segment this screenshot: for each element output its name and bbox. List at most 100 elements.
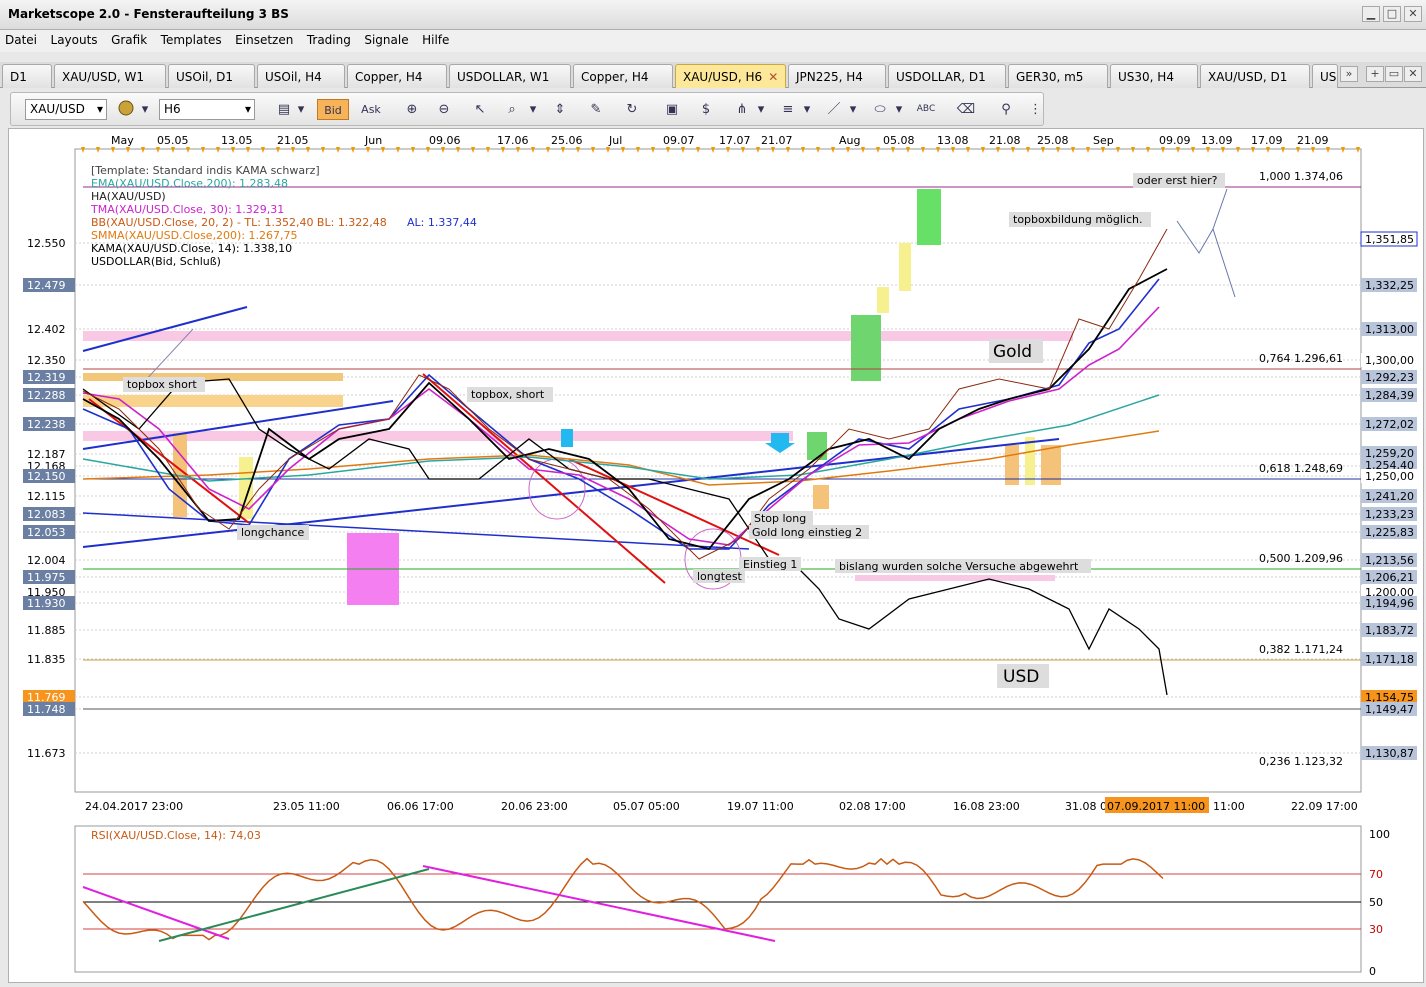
- chevron-down-icon[interactable]: ▾: [847, 99, 859, 120]
- add-tab-icon[interactable]: +: [1366, 66, 1384, 82]
- dollar-icon[interactable]: $: [695, 99, 717, 120]
- top-axis-label: 13.05: [221, 134, 253, 147]
- tab-copper-h4-2[interactable]: Copper, H4: [573, 64, 673, 88]
- menu-hilfe[interactable]: Hilfe: [417, 30, 454, 50]
- chevron-down-icon[interactable]: ▾: [801, 99, 813, 120]
- ellipse-icon[interactable]: ⬭: [869, 99, 891, 120]
- tab-label: D1: [10, 70, 27, 84]
- ask-label: Ask: [361, 103, 381, 116]
- menu-datei[interactable]: Datei: [0, 30, 42, 50]
- tab-usoil-h4[interactable]: USOil, H4: [257, 64, 345, 88]
- bid-button[interactable]: Bid: [317, 99, 349, 120]
- rsi-axis: 100 70 50 30 0: [1369, 828, 1390, 978]
- chevron-down-icon[interactable]: ▾: [295, 99, 307, 120]
- yellow-box: [1025, 437, 1035, 485]
- chevron-down-icon: ▾: [96, 102, 103, 116]
- legend-entry: USDOLLAR(Bid, Schluß): [91, 255, 221, 268]
- minimize-icon[interactable]: ▁: [1362, 6, 1380, 22]
- ask-button[interactable]: Ask: [355, 99, 387, 120]
- tab-usoil-d1[interactable]: USOil, D1: [168, 64, 255, 88]
- magnifier-icon[interactable]: ⌕: [501, 99, 523, 120]
- tab-us30-h4[interactable]: US30, H4: [1110, 64, 1198, 88]
- chevron-down-icon[interactable]: ▾: [527, 99, 539, 120]
- more-icon[interactable]: ⋮: [1029, 99, 1042, 120]
- menu-layouts[interactable]: Layouts: [46, 30, 103, 50]
- symbol-select[interactable]: XAU/USD ▾: [25, 99, 107, 120]
- timeframe-value: H6: [164, 102, 181, 116]
- tab-list-icon[interactable]: »: [1340, 66, 1358, 82]
- chart-area[interactable]: [Template: Standard indis KAMA schwarz] E…: [8, 128, 1424, 983]
- top-axis-label: 17.09: [1251, 134, 1283, 147]
- top-axis-label: 21.07: [761, 134, 793, 147]
- left-axis-tick: 12.238: [27, 418, 66, 431]
- menu-trading[interactable]: Trading: [302, 30, 356, 50]
- left-axis-tick: 11.673: [27, 747, 66, 760]
- zoom-out-icon[interactable]: ⊖: [433, 99, 455, 120]
- zoom-in-icon[interactable]: ⊕: [401, 99, 423, 120]
- legend-entry: KAMA(XAU/USD.Close, 14): 1.338,10: [91, 242, 292, 255]
- tab-label: US: [1320, 70, 1337, 84]
- top-axis-label: 21.05: [277, 134, 309, 147]
- tab-xauusd-h6[interactable]: XAU/USD, H6 ✕: [675, 64, 786, 88]
- close-window-icon[interactable]: ✕: [1404, 66, 1422, 82]
- top-axis-label: 09.06: [429, 134, 461, 147]
- left-price-axis: 12.550 12.479 12.402 12.350 12.319 12.288 12.2…: [23, 237, 75, 760]
- menu-signale[interactable]: Signale: [359, 30, 413, 50]
- timeframe-select[interactable]: H6 ▾: [159, 99, 255, 120]
- close-tab-icon[interactable]: ✕: [768, 70, 778, 84]
- menu-templates[interactable]: Templates: [156, 30, 227, 50]
- chart-type-icon[interactable]: ▤: [273, 99, 295, 120]
- right-axis-tick: 1,300,00: [1365, 354, 1414, 367]
- tab-usdollar-w1[interactable]: USDOLLAR, W1: [449, 64, 571, 88]
- note-topbox-short: topbox short: [127, 378, 197, 391]
- right-axis-tick: 1,233,23: [1365, 508, 1414, 521]
- pencil-icon[interactable]: ／: [823, 99, 845, 120]
- price-chart[interactable]: [Template: Standard indis KAMA schwarz]E…: [9, 129, 1425, 984]
- close-icon[interactable]: ✕: [1404, 6, 1422, 22]
- eraser-icon[interactable]: ⌫: [955, 99, 977, 120]
- note-bislang: bislang wurden solche Versuche abgewehrt: [839, 560, 1079, 573]
- picture-icon[interactable]: ▣: [661, 99, 683, 120]
- maximize-icon[interactable]: □: [1383, 6, 1401, 22]
- left-axis-tick: 12.479: [27, 279, 66, 292]
- lines-icon[interactable]: ≡: [777, 99, 799, 120]
- instrument-icon[interactable]: [115, 99, 137, 120]
- fork-icon[interactable]: ⋔: [731, 99, 753, 120]
- chevron-down-icon[interactable]: ▾: [893, 99, 905, 120]
- cursor-icon[interactable]: ↖: [469, 99, 491, 120]
- scale-icon[interactable]: ⇕: [549, 99, 571, 120]
- indicator-tree-icon[interactable]: ⚲: [995, 99, 1017, 120]
- left-axis-tick: 12.319: [27, 371, 66, 384]
- tab-ger30-m5[interactable]: GER30, m5: [1008, 64, 1108, 88]
- chevron-down-icon[interactable]: ▾: [139, 99, 151, 120]
- rsi-axis-tick: 100: [1369, 828, 1390, 841]
- chevron-down-icon[interactable]: ▾: [755, 99, 767, 120]
- tab-xauusd-w1[interactable]: XAU/USD, W1: [54, 64, 166, 88]
- refresh-icon[interactable]: ↻: [621, 99, 643, 120]
- tab-usdollar-d1[interactable]: USDOLLAR, D1: [888, 64, 1006, 88]
- left-axis-tick: 11.975: [27, 571, 66, 584]
- tab-jpn225-h4[interactable]: JPN225, H4: [788, 64, 886, 88]
- tab-us[interactable]: US: [1312, 64, 1338, 88]
- label-usd: USD: [1003, 667, 1039, 687]
- top-axis-label: 05.05: [157, 134, 189, 147]
- right-axis-tick: 1,225,83: [1365, 526, 1414, 539]
- top-axis-label: 25.06: [551, 134, 583, 147]
- tab-copper-h4[interactable]: Copper, H4: [347, 64, 447, 88]
- edit-chart-icon[interactable]: ✎: [585, 99, 607, 120]
- bottom-axis-label: 20.06 23:00: [501, 800, 568, 813]
- legend-entry: SMMA(XAU/USD.Close,200): 1.267,75: [91, 229, 298, 242]
- cyan-marker: [561, 429, 573, 447]
- tab-xauusd-d1[interactable]: XAU/USD, D1: [1200, 64, 1310, 88]
- right-axis-tick: 1,130,87: [1365, 747, 1414, 760]
- menu-einsetzen[interactable]: Einsetzen: [230, 30, 298, 50]
- tab-label: USDOLLAR, D1: [896, 70, 986, 84]
- note-longchance: longchance: [241, 526, 305, 539]
- fib-label: 1,000 1.374,06: [1259, 170, 1343, 183]
- legend-entry: TMA(XAU/USD.Close, 30): 1.329,31: [90, 203, 284, 216]
- menu-grafik[interactable]: Grafik: [106, 30, 152, 50]
- tab-d1[interactable]: D1: [2, 64, 52, 88]
- restore-icon[interactable]: ▭: [1385, 66, 1403, 82]
- text-tool-icon[interactable]: ABC: [915, 99, 937, 120]
- note-topbox-short-2: topbox, short: [471, 388, 545, 401]
